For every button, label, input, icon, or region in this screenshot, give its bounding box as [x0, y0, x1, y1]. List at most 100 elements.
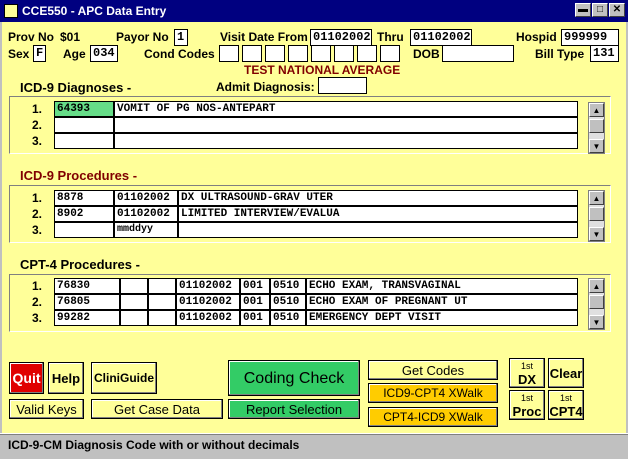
- hospid-label: Hospid: [516, 30, 557, 44]
- dob-field[interactable]: [442, 45, 514, 62]
- table-row: 3.: [0, 133, 620, 149]
- cond-code-field-3[interactable]: [265, 45, 285, 62]
- procedures-scrollbar[interactable]: ▲ ▼: [588, 190, 605, 242]
- admit-dx-field[interactable]: [318, 77, 367, 94]
- diagnoses-title: ICD-9 Diagnoses -: [20, 80, 132, 95]
- cpt-units-cell[interactable]: 001: [240, 294, 270, 310]
- cpt-code-cell[interactable]: 76830: [54, 278, 120, 294]
- help-button[interactable]: Help: [48, 362, 84, 394]
- row-number: 2.: [31, 118, 42, 132]
- scroll-up-icon[interactable]: ▲: [589, 279, 604, 293]
- cpt-rev-cell[interactable]: 0510: [270, 310, 306, 326]
- table-row: 3. 99282 01102002 001 0510 EMERGENCY DEP…: [0, 310, 620, 326]
- cpt-modifier1-cell[interactable]: [120, 278, 148, 294]
- maximize-icon[interactable]: □: [592, 3, 608, 17]
- cpt-code-cell[interactable]: 76805: [54, 294, 120, 310]
- cpt-date-cell[interactable]: 01102002: [176, 310, 240, 326]
- table-row: 1. 76830 01102002 001 0510 ECHO EXAM, TR…: [0, 278, 620, 294]
- dx-code-cell[interactable]: [54, 117, 114, 133]
- first-proc-button[interactable]: 1st Proc: [509, 390, 545, 420]
- hospid-field[interactable]: 999999: [561, 29, 619, 46]
- cpt-units-cell[interactable]: 001: [240, 310, 270, 326]
- visit-thru-field[interactable]: 01102002: [410, 29, 472, 46]
- proc-date-cell[interactable]: mmddyy: [114, 222, 178, 238]
- minimize-icon[interactable]: ▬: [575, 3, 591, 17]
- row-number: 1.: [31, 102, 42, 116]
- scroll-thumb[interactable]: [589, 295, 604, 309]
- cpt-rev-cell[interactable]: 0510: [270, 294, 306, 310]
- table-row: 3. mmddyy: [0, 222, 620, 238]
- first-dx-bottom-label: DX: [517, 372, 537, 387]
- cpt-units-cell[interactable]: 001: [240, 278, 270, 294]
- cpt-date-cell[interactable]: 01102002: [176, 294, 240, 310]
- proc-code-cell[interactable]: 8902: [54, 206, 114, 222]
- scroll-down-icon[interactable]: ▼: [589, 315, 604, 329]
- cpt-modifier2-cell[interactable]: [148, 278, 176, 294]
- payor-no-label: Payor No: [116, 30, 169, 44]
- first-cpt4-bottom-label: CPT4: [549, 404, 583, 419]
- scroll-down-icon[interactable]: ▼: [589, 139, 604, 153]
- cond-code-field-4[interactable]: [288, 45, 308, 62]
- dx-code-cell[interactable]: 64393: [54, 101, 114, 117]
- cond-code-field-8[interactable]: [380, 45, 400, 62]
- dx-desc-cell: [114, 117, 578, 133]
- cpt-modifier1-cell[interactable]: [120, 294, 148, 310]
- dx-desc-cell: [114, 133, 578, 149]
- row-number: 3.: [31, 134, 42, 148]
- cpt-date-cell[interactable]: 01102002: [176, 278, 240, 294]
- first-cpt4-button[interactable]: 1st CPT4: [548, 390, 584, 420]
- dx-desc-cell: VOMIT OF PG NOS-ANTEPART: [114, 101, 578, 117]
- cond-code-field-7[interactable]: [357, 45, 377, 62]
- proc-date-cell[interactable]: 01102002: [114, 190, 178, 206]
- cpt-modifier1-cell[interactable]: [120, 310, 148, 326]
- cond-code-field-2[interactable]: [242, 45, 262, 62]
- dx-code-cell[interactable]: [54, 133, 114, 149]
- window-title: CCE550 - APC Data Entry: [22, 4, 167, 18]
- visit-from-field[interactable]: 01102002: [310, 29, 372, 46]
- table-row: 2.: [0, 117, 620, 133]
- icd9-cpt4-xwalk-button[interactable]: ICD9-CPT4 XWalk: [368, 383, 498, 403]
- subtitle: TEST NATIONAL AVERAGE: [244, 63, 401, 77]
- proc-code-cell[interactable]: 8878: [54, 190, 114, 206]
- clear-button[interactable]: Clear: [548, 358, 584, 388]
- cond-code-field-5[interactable]: [311, 45, 331, 62]
- cpt-modifier2-cell[interactable]: [148, 294, 176, 310]
- cpt-scrollbar[interactable]: ▲ ▼: [588, 278, 605, 330]
- cpt-desc-cell: ECHO EXAM OF PREGNANT UT: [306, 294, 578, 310]
- cpt-rev-cell[interactable]: 0510: [270, 278, 306, 294]
- valid-keys-button[interactable]: Valid Keys: [9, 399, 84, 419]
- app-icon[interactable]: [4, 4, 18, 18]
- diagnoses-scrollbar[interactable]: ▲ ▼: [588, 102, 605, 154]
- sex-label: Sex: [8, 47, 30, 61]
- quit-button[interactable]: Quit: [9, 362, 44, 394]
- cliniguide-button[interactable]: CliniGuide: [91, 362, 157, 394]
- report-selection-button[interactable]: Report Selection: [228, 399, 360, 419]
- age-field[interactable]: 034: [90, 45, 118, 62]
- scroll-up-icon[interactable]: ▲: [589, 103, 604, 117]
- bill-type-label: Bill Type: [535, 47, 585, 61]
- proc-date-cell[interactable]: 01102002: [114, 206, 178, 222]
- cpt-code-cell[interactable]: 99282: [54, 310, 120, 326]
- scroll-thumb[interactable]: [589, 207, 604, 221]
- coding-check-button[interactable]: Coding Check: [228, 360, 360, 396]
- first-dx-button[interactable]: 1st DX: [509, 358, 545, 388]
- get-case-data-button[interactable]: Get Case Data: [91, 399, 223, 419]
- scroll-up-icon[interactable]: ▲: [589, 191, 604, 205]
- proc-code-cell[interactable]: [54, 222, 114, 238]
- cpt-modifier2-cell[interactable]: [148, 310, 176, 326]
- cond-code-field-6[interactable]: [334, 45, 354, 62]
- admit-dx-label: Admit Diagnosis:: [216, 80, 315, 94]
- cpt4-icd9-xwalk-button[interactable]: CPT4-ICD9 XWalk: [368, 407, 498, 427]
- scroll-thumb[interactable]: [589, 119, 604, 133]
- row-number: 3.: [31, 311, 42, 325]
- bill-type-field[interactable]: 131: [590, 45, 619, 62]
- thru-label: Thru: [377, 30, 404, 44]
- scroll-down-icon[interactable]: ▼: [589, 227, 604, 241]
- row-number: 2.: [31, 207, 42, 221]
- cond-code-field-1[interactable]: [219, 45, 239, 62]
- row-number: 3.: [31, 223, 42, 237]
- payor-no-field[interactable]: 1: [174, 29, 188, 46]
- close-icon[interactable]: ✕: [609, 3, 625, 17]
- sex-field[interactable]: F: [33, 45, 46, 62]
- get-codes-button[interactable]: Get Codes: [368, 360, 498, 380]
